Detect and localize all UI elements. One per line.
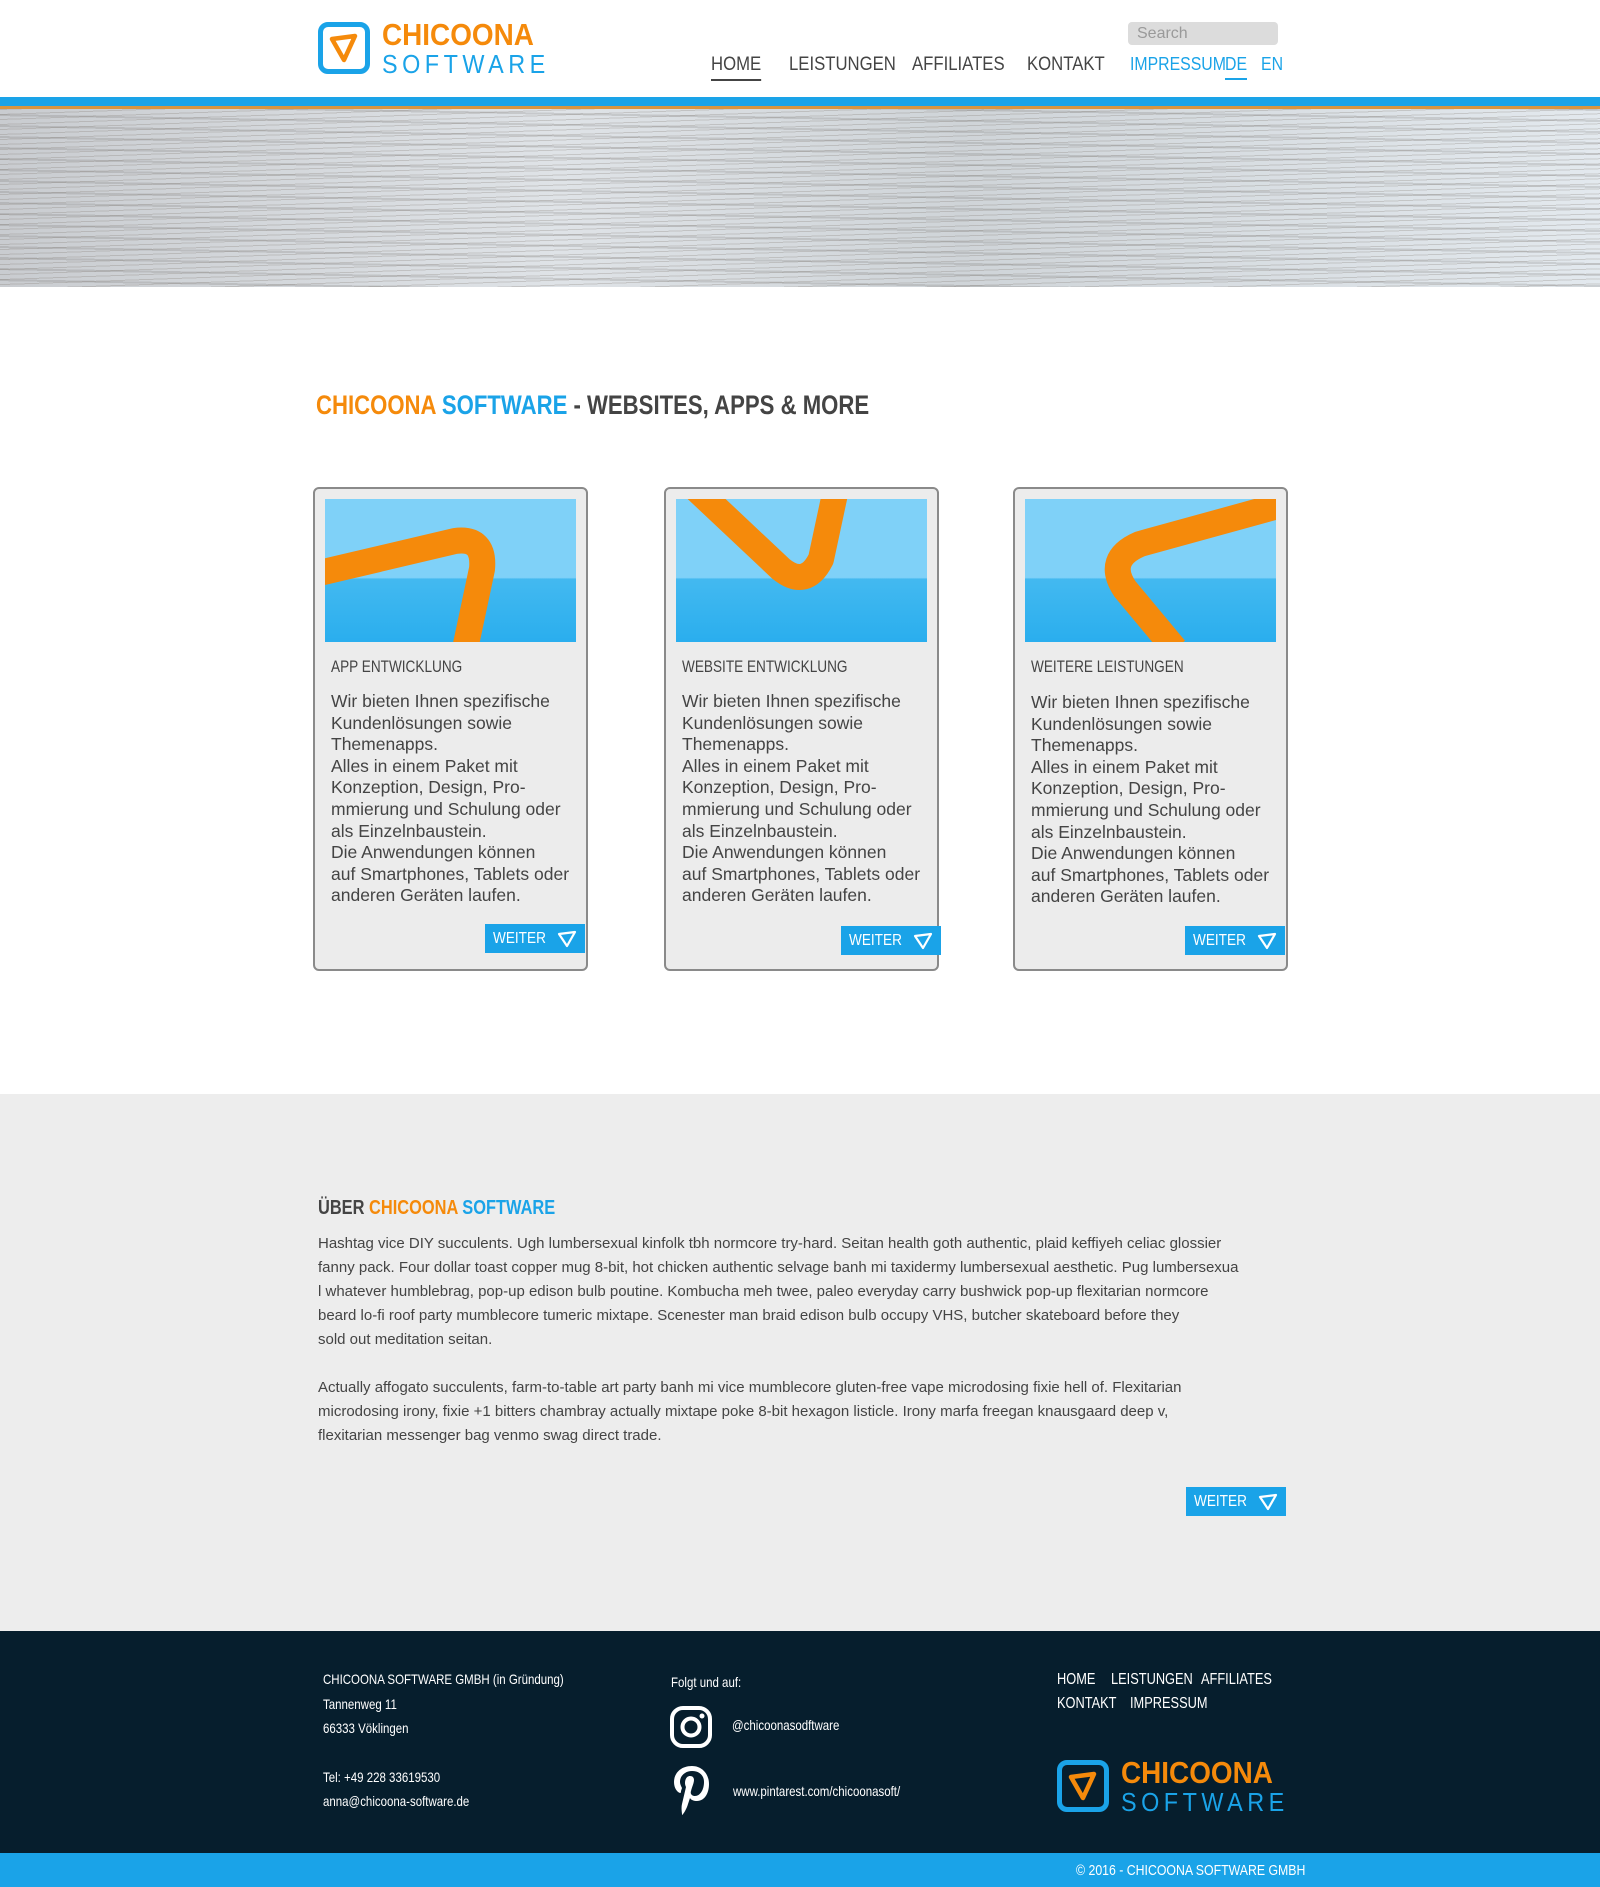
card-image-app	[325, 499, 576, 642]
logo-text-chicoona: CHICOONA	[382, 17, 534, 52]
search-input[interactable]	[1128, 22, 1278, 45]
nav-impressum[interactable]: IMPRESSUM	[1130, 54, 1226, 75]
lang-de[interactable]: DE	[1225, 54, 1248, 80]
header-accent-bar	[0, 97, 1600, 106]
logo-text-software: SOFTWARE	[382, 49, 550, 79]
intro-title-chicoona: CHICOONA	[316, 390, 436, 420]
card-description: Wir bieten Ihnen spezifische Kundenlösung…	[682, 691, 921, 906]
footer-city: 66333 Vöklingen	[323, 1720, 409, 1736]
about-paragraph-2: Actually affogato succulents, farm-to-ta…	[318, 1379, 1182, 1444]
intro-title-tagline: - WEBSITES, APPS & MORE	[567, 390, 870, 420]
logo-arrow-icon	[1258, 932, 1277, 949]
weiter-label: WEITER	[493, 929, 546, 947]
footer-nav-affiliates[interactable]: AFFILIATES	[1201, 1671, 1272, 1689]
footer-nav-leistungen[interactable]: LEISTUNGEN	[1111, 1671, 1193, 1689]
footer-logo[interactable]: CHICOONA SOFTWARE	[1057, 1757, 1307, 1815]
about-paragraph-1: Hashtag vice DIY succulents. Ugh lumbers…	[318, 1235, 1239, 1348]
nav-leistungen[interactable]: LEISTUNGEN	[789, 54, 896, 76]
weiter-label: WEITER	[1193, 931, 1246, 949]
site-header: CHICOONA SOFTWARE HOME LEISTUNGEN AFFILI…	[0, 0, 1600, 97]
card-description: Wir bieten Ihnen spezifische Kundenlösung…	[331, 691, 570, 906]
site-logo[interactable]: CHICOONA SOFTWARE	[318, 19, 568, 77]
about-title-software: SOFTWARE	[457, 1197, 556, 1219]
card-description: Wir bieten Ihnen spezifische Kundenlösung…	[1031, 692, 1270, 907]
lang-en[interactable]: EN	[1261, 54, 1283, 75]
weiter-label: WEITER	[849, 931, 902, 949]
footer-nav-impressum[interactable]: IMPRESSUM	[1130, 1695, 1208, 1713]
copyright-text: © 2016 - CHICOONA SOFTWARE GMBH	[1076, 1862, 1306, 1879]
copyright-bar	[0, 1853, 1600, 1887]
card-image-website	[676, 499, 927, 642]
footer-nav-home[interactable]: HOME	[1057, 1671, 1095, 1689]
intro-title: CHICOONA SOFTWARE - WEBSITES, APPS & MOR…	[316, 390, 869, 421]
card-title: WEITERE LEISTUNGEN	[1031, 657, 1184, 676]
footer-company: CHICOONA SOFTWARE GMBH (in Gründung)	[323, 1671, 564, 1687]
site-footer: CHICOONA SOFTWARE GMBH (in Gründung) Tan…	[0, 1631, 1600, 1853]
nav-kontakt[interactable]: KONTAKT	[1027, 54, 1105, 76]
footer-follow-label: Folgt und auf:	[671, 1674, 742, 1690]
logo-text-chicoona: CHICOONA	[1121, 1755, 1273, 1790]
logo-icon	[318, 22, 370, 74]
footer-nav-kontakt[interactable]: KONTAKT	[1057, 1695, 1117, 1713]
about-title-chicoona: CHICOONA	[369, 1197, 458, 1219]
nav-affiliates[interactable]: AFFILIATES	[912, 54, 1005, 76]
footer-phone[interactable]: Tel: +49 228 33619530	[323, 1769, 440, 1785]
about-title-prefix: ÜBER	[318, 1197, 370, 1219]
footer-pinterest-link[interactable]: www.pintarest.com/chicoonasoft/	[733, 1783, 900, 1799]
weiter-button-website[interactable]: WEITER	[841, 926, 942, 955]
service-card-website: WEBSITE ENTWICKLUNG Wir bieten Ihnen spe…	[664, 487, 942, 971]
logo-text-software: SOFTWARE	[1121, 1787, 1289, 1817]
weiter-button-app[interactable]: WEITER	[485, 924, 586, 953]
weiter-button-weitere[interactable]: WEITER	[1185, 926, 1286, 955]
weiter-label: WEITER	[1194, 1492, 1247, 1510]
service-card-app: APP ENTWICKLUNG Wir bieten Ihnen spezifi…	[313, 487, 588, 971]
hero-wood-banner	[0, 109, 1600, 287]
pinterest-icon[interactable]	[671, 1764, 713, 1821]
about-section: ÜBER CHICOONA SOFTWARE Hashtag vice DIY …	[0, 1094, 1600, 1631]
intro-title-software: SOFTWARE	[441, 390, 568, 420]
service-card-weitere: WEITERE LEISTUNGEN Wir bieten Ihnen spez…	[1013, 487, 1288, 971]
weiter-button-about[interactable]: WEITER	[1186, 1487, 1287, 1516]
footer-email[interactable]: anna@chicoona-software.de	[323, 1793, 469, 1809]
about-title: ÜBER CHICOONA SOFTWARE	[318, 1197, 555, 1220]
card-title: APP ENTWICKLUNG	[331, 657, 463, 676]
footer-street: Tannenweg 11	[323, 1696, 397, 1712]
card-image-weitere	[1025, 499, 1276, 642]
nav-home[interactable]: HOME	[711, 54, 762, 81]
footer-instagram-handle[interactable]: @chicoonasodftware	[732, 1717, 839, 1733]
logo-arrow-icon	[558, 930, 577, 947]
logo-icon	[1057, 1760, 1109, 1812]
instagram-icon[interactable]	[669, 1705, 713, 1754]
logo-arrow-icon	[914, 932, 933, 949]
logo-arrow-icon	[1259, 1493, 1278, 1510]
card-title: WEBSITE ENTWICKLUNG	[682, 657, 848, 676]
